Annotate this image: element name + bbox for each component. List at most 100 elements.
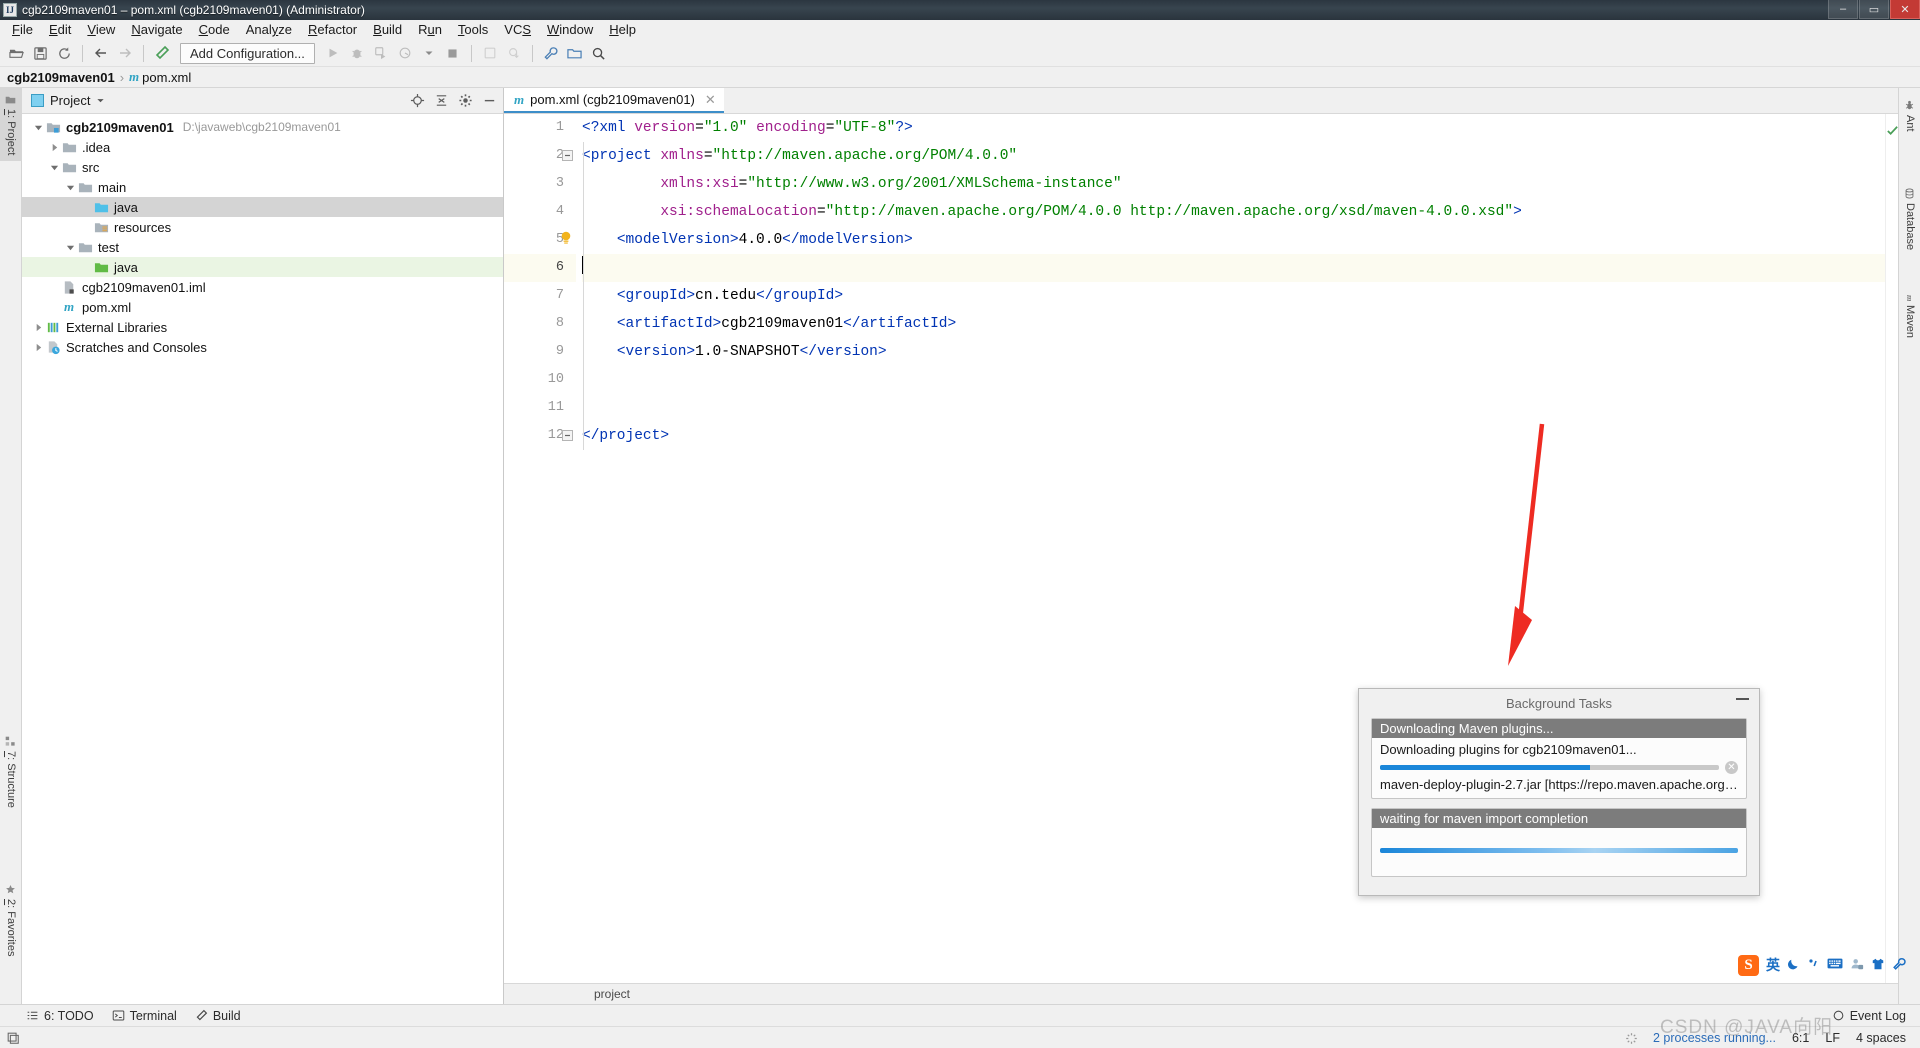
menu-item-window[interactable]: Window — [539, 20, 601, 39]
menu-item-code[interactable]: Code — [191, 20, 238, 39]
right-tab-ant[interactable]: Ant — [1899, 94, 1920, 138]
chevron-right-icon[interactable] — [48, 141, 61, 154]
intention-bulb-icon[interactable] — [559, 230, 573, 246]
menu-item-analyze[interactable]: Analyze — [238, 20, 300, 39]
tree-node-scratches-and-consoles[interactable]: Scratches and Consoles — [22, 337, 503, 357]
left-tab-project[interactable]: 1: Project — [0, 88, 22, 162]
ime-moon-icon[interactable] — [1787, 957, 1801, 974]
open-folder-icon[interactable] — [5, 42, 27, 64]
code-line-3[interactable]: xmlns:xsi="http://www.w3.org/2001/XMLSch… — [582, 170, 1885, 198]
chevron-right-icon[interactable] — [32, 321, 45, 334]
update-project-icon[interactable] — [479, 42, 501, 64]
chevron-down-icon[interactable] — [32, 121, 45, 134]
left-tab-favorites[interactable]: 2: Favorites — [0, 878, 22, 962]
chevron-down-icon[interactable] — [96, 93, 105, 108]
tree-node-external-libraries[interactable]: External Libraries — [22, 317, 503, 337]
tree-node-java[interactable]: java — [22, 257, 503, 277]
save-all-icon[interactable] — [29, 42, 51, 64]
menu-item-build[interactable]: Build — [365, 20, 410, 39]
code-line-4[interactable]: xsi:schemaLocation="http://maven.apache.… — [582, 198, 1885, 226]
left-tab-structure[interactable]: 7: Structure — [0, 730, 22, 814]
profile-icon[interactable] — [394, 42, 416, 64]
minimize-icon[interactable] — [1736, 698, 1749, 700]
code-line-7[interactable]: <groupId>cn.tedu</groupId> — [582, 282, 1885, 310]
bottom-tab-terminal[interactable]: Terminal — [112, 1009, 177, 1023]
stop-icon[interactable] — [442, 42, 464, 64]
breadcrumb-file[interactable]: pom.xml — [142, 70, 191, 85]
settings-wrench-icon[interactable] — [540, 42, 562, 64]
sogou-logo-icon[interactable]: S — [1738, 954, 1759, 976]
close-button[interactable]: ✕ — [1890, 0, 1920, 19]
chevron-down-icon[interactable] — [48, 161, 61, 174]
minimize-button[interactable]: – — [1828, 0, 1858, 19]
code-line-8[interactable]: <artifactId>cgb2109maven01</artifactId> — [582, 310, 1885, 338]
commit-icon[interactable] — [503, 42, 525, 64]
menu-item-vcs[interactable]: VCS — [496, 20, 539, 39]
tree-node-pom-xml[interactable]: m pom.xml — [22, 297, 503, 317]
cancel-circle-icon[interactable]: ✕ — [1725, 761, 1738, 774]
menu-item-file[interactable]: File — [4, 20, 41, 39]
project-panel-label[interactable]: Project — [50, 93, 90, 108]
fold-collapse-icon[interactable] — [562, 150, 573, 161]
editor-breadcrumb-project[interactable]: project — [594, 987, 630, 1001]
editor-marker-gutter[interactable] — [1885, 114, 1898, 983]
project-tree[interactable]: cgb2109maven01 D:\javaweb\cgb2109maven01.… — [22, 114, 503, 1004]
ime-toolbar[interactable]: S 英 — [1738, 952, 1906, 978]
code-line-6[interactable] — [582, 254, 1885, 282]
tree-node-src[interactable]: src — [22, 157, 503, 177]
tree-node--idea[interactable]: .idea — [22, 137, 503, 157]
tree-node-java[interactable]: java — [22, 197, 503, 217]
tree-node-cgb2109maven01[interactable]: cgb2109maven01 D:\javaweb\cgb2109maven01 — [22, 117, 503, 137]
chevron-down-icon[interactable] — [64, 181, 77, 194]
ime-settings-wrench-icon[interactable] — [1892, 957, 1906, 974]
locate-target-icon[interactable] — [407, 91, 427, 111]
menu-item-view[interactable]: View — [79, 20, 123, 39]
hide-minimize-icon[interactable] — [479, 91, 499, 111]
status-bar-toggle-icon[interactable] — [0, 1031, 26, 1045]
maximize-button[interactable]: ▭ — [1859, 0, 1889, 19]
project-structure-icon[interactable] — [564, 42, 586, 64]
ime-skin-icon[interactable] — [1871, 957, 1885, 974]
background-tasks-popup[interactable]: Background Tasks Downloading Maven plugi… — [1358, 688, 1760, 896]
code-line-2[interactable]: <project xmlns="http://maven.apache.org/… — [582, 142, 1885, 170]
bottom-tab-build[interactable]: Build — [195, 1009, 241, 1023]
collapse-all-icon[interactable] — [431, 91, 451, 111]
ime-language-icon[interactable]: 英 — [1766, 955, 1780, 975]
event-log-button[interactable]: Event Log — [1832, 1009, 1906, 1023]
tree-node-resources[interactable]: resources — [22, 217, 503, 237]
right-tab-maven[interactable]: m Maven — [1899, 284, 1920, 344]
forward-arrow-icon[interactable] — [114, 42, 136, 64]
tree-node-test[interactable]: test — [22, 237, 503, 257]
breadcrumb-project[interactable]: cgb2109maven01 — [7, 70, 115, 85]
code-line-11[interactable] — [582, 394, 1885, 422]
menu-item-run[interactable]: Run — [410, 20, 450, 39]
right-tab-database[interactable]: Database — [1899, 182, 1920, 256]
ime-user-icon[interactable] — [1850, 957, 1864, 974]
tree-node-main[interactable]: main — [22, 177, 503, 197]
settings-gear-icon[interactable] — [455, 91, 475, 111]
run-icon[interactable] — [322, 42, 344, 64]
status-indent[interactable]: 4 spaces — [1856, 1031, 1906, 1045]
fold-expand-icon[interactable] — [562, 430, 573, 441]
menu-item-refactor[interactable]: Refactor — [300, 20, 365, 39]
code-line-1[interactable]: <?xml version="1.0" encoding="UTF-8"?> — [582, 114, 1885, 142]
menu-item-tools[interactable]: Tools — [450, 20, 496, 39]
chevron-down-icon[interactable] — [64, 241, 77, 254]
code-line-10[interactable] — [582, 366, 1885, 394]
menu-item-help[interactable]: Help — [601, 20, 644, 39]
code-line-12[interactable]: </project> — [582, 422, 1885, 450]
editor-tab-pom-xml[interactable]: m pom.xml (cgb2109maven01) ✕ — [504, 88, 724, 113]
build-hammer-icon[interactable] — [151, 42, 173, 64]
debug-icon[interactable] — [346, 42, 368, 64]
tree-node-cgb2109maven01-iml[interactable]: cgb2109maven01.iml — [22, 277, 503, 297]
back-arrow-icon[interactable] — [90, 42, 112, 64]
search-icon[interactable] — [588, 42, 610, 64]
run-with-coverage-icon[interactable] — [370, 42, 392, 64]
code-line-5[interactable]: <modelVersion>4.0.0</modelVersion> — [582, 226, 1885, 254]
add-configuration-button[interactable]: Add Configuration... — [180, 42, 315, 64]
ime-keyboard-icon[interactable] — [1827, 957, 1843, 973]
close-icon[interactable]: ✕ — [705, 92, 716, 108]
chevron-down-icon[interactable] — [418, 42, 440, 64]
sync-icon[interactable] — [53, 42, 75, 64]
menu-item-navigate[interactable]: Navigate — [123, 20, 190, 39]
